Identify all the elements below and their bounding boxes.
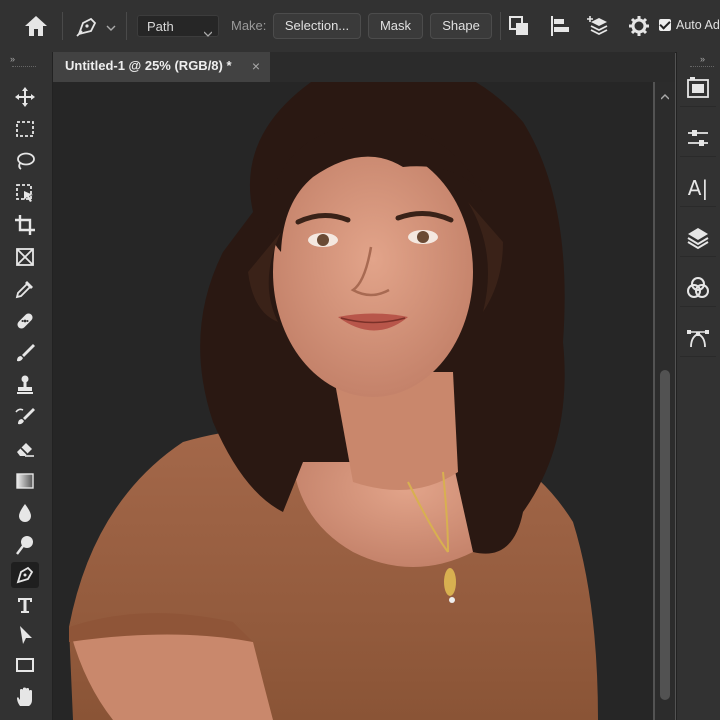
separator (126, 12, 127, 40)
lasso-tool-icon[interactable] (11, 148, 39, 174)
crop-tool-icon[interactable] (11, 212, 39, 238)
checkbox-checked-icon (659, 19, 671, 31)
eyedropper-tool-icon[interactable] (11, 276, 39, 302)
character-panel-label: A| (687, 176, 709, 200)
history-brush-tool-icon[interactable] (11, 404, 39, 430)
pen-tool-preset-icon[interactable] (74, 14, 100, 38)
make-mask-button[interactable]: Mask (368, 13, 423, 39)
frame-tool-icon[interactable] (11, 244, 39, 270)
path-arrangement-icon[interactable] (587, 14, 611, 38)
pen-tool-icon[interactable] (11, 562, 39, 588)
libraries-panel-icon[interactable] (680, 70, 716, 107)
channels-panel-icon[interactable] (680, 270, 716, 307)
scroll-up-icon[interactable] (660, 88, 670, 100)
make-selection-button[interactable]: Selection... (273, 13, 361, 39)
type-tool-icon[interactable] (11, 592, 39, 618)
portrait-photo (69, 82, 598, 720)
hand-tool-icon[interactable] (11, 684, 39, 710)
separator (500, 12, 501, 40)
document-tab[interactable]: Untitled-1 @ 25% (RGB/8) * × (53, 52, 270, 82)
eraser-tool-icon[interactable] (11, 436, 39, 462)
path-alignment-icon[interactable] (548, 14, 572, 38)
gradient-tool-icon[interactable] (11, 468, 39, 494)
marquee-tool-icon[interactable] (11, 116, 39, 142)
healing-brush-tool-icon[interactable] (11, 308, 39, 334)
toolbar-grip[interactable] (12, 66, 36, 69)
clone-stamp-tool-icon[interactable] (11, 372, 39, 398)
auto-add-delete-checkbox[interactable]: Auto Ad (659, 18, 720, 32)
dodge-tool-icon[interactable] (11, 532, 39, 558)
make-label: Make: (231, 18, 267, 33)
path-selection-tool-icon[interactable] (11, 622, 39, 648)
separator (62, 12, 63, 40)
character-panel-icon[interactable]: A| (680, 170, 716, 207)
toolbar-collapse-icon[interactable]: » (10, 54, 15, 64)
tool-mode-select[interactable]: Path (137, 15, 219, 37)
document-tab-title: Untitled-1 @ 25% (RGB/8) * (65, 58, 232, 73)
blur-tool-icon[interactable] (11, 500, 39, 526)
panel-grip[interactable] (690, 66, 714, 69)
paths-panel-icon[interactable] (680, 320, 716, 357)
panel-collapse-icon[interactable]: » (700, 54, 705, 64)
layers-panel-icon[interactable] (680, 220, 716, 257)
object-selection-tool-icon[interactable] (11, 180, 39, 206)
chevron-down-icon (203, 23, 213, 37)
home-icon[interactable] (22, 13, 50, 39)
chevron-down-icon[interactable] (106, 20, 116, 31)
brush-tool-icon[interactable] (11, 340, 39, 366)
tool-mode-value: Path (147, 19, 174, 34)
auto-add-label: Auto Ad (676, 18, 720, 32)
rectangle-tool-icon[interactable] (11, 652, 39, 678)
make-shape-button[interactable]: Shape (430, 13, 492, 39)
adjustments-panel-icon[interactable] (680, 120, 716, 157)
options-bar: Path Make: Selection... Mask Shape Auto … (0, 0, 720, 53)
scrollbar-thumb[interactable] (660, 370, 670, 700)
vertical-scrollbar[interactable] (655, 82, 675, 720)
move-tool-icon[interactable] (11, 84, 39, 110)
gear-icon[interactable] (627, 14, 651, 38)
close-tab-icon[interactable]: × (252, 52, 260, 80)
document-canvas[interactable] (53, 82, 653, 720)
path-operations-icon[interactable] (507, 14, 531, 38)
